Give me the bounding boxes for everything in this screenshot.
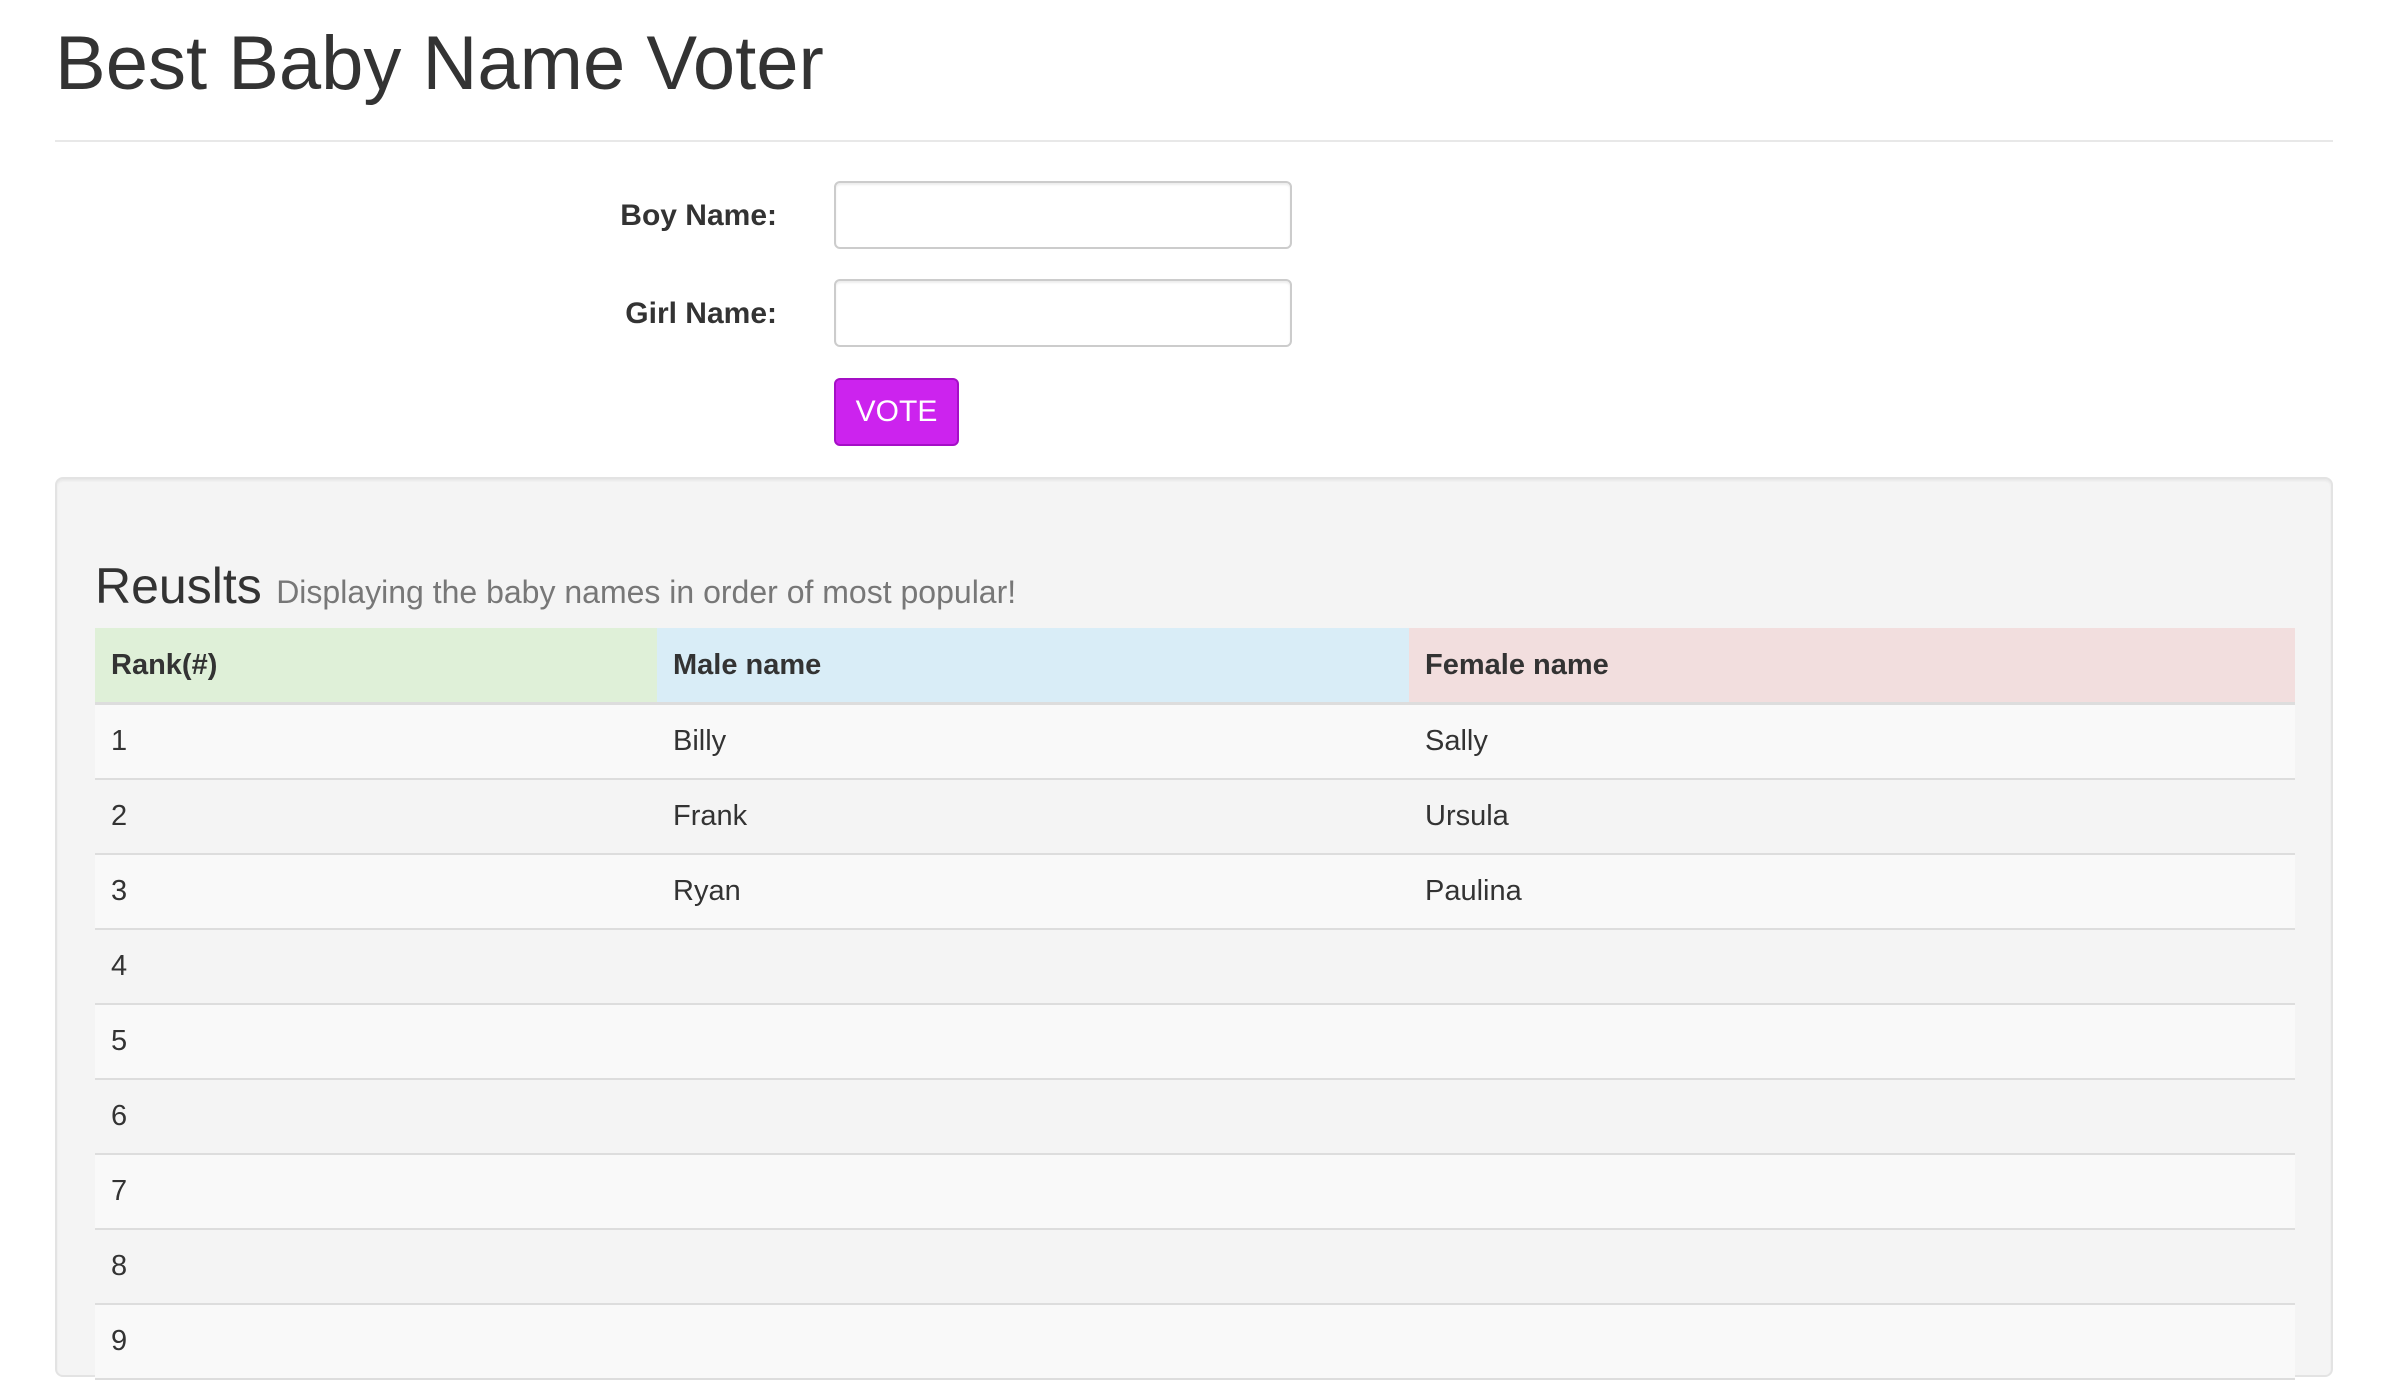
table-row: 9 [95, 1304, 2295, 1380]
rank-cell: 7 [95, 1154, 657, 1230]
boy-name-label: Boy Name: [620, 199, 777, 232]
column-header-male-name[interactable]: Male name [657, 628, 1409, 705]
female-name-cell [1409, 1004, 2295, 1080]
male-name-cell [657, 1004, 1409, 1080]
results-table: Rank(#) Male name Female name 1 Billy Sa… [95, 628, 2295, 1380]
girl-name-row: Girl Name: [0, 279, 1300, 349]
column-header-rank[interactable]: Rank(#) [95, 628, 657, 705]
female-name-cell [1409, 1304, 2295, 1380]
female-name-cell [1409, 1079, 2295, 1155]
table-row: 8 [95, 1229, 2295, 1305]
boy-name-input[interactable] [834, 181, 1292, 249]
table-row: 1 Billy Sally [95, 703, 2295, 780]
male-name-cell [657, 1154, 1409, 1230]
girl-name-input[interactable] [834, 279, 1292, 347]
male-name-cell [657, 1229, 1409, 1305]
male-name-cell: Frank [657, 779, 1409, 855]
table-row: 3 Ryan Paulina [95, 854, 2295, 930]
rank-cell: 5 [95, 1004, 657, 1080]
rank-cell: 9 [95, 1304, 657, 1380]
rank-cell: 1 [95, 703, 657, 780]
female-name-cell [1409, 929, 2295, 1005]
table-header-row: Rank(#) Male name Female name [95, 628, 2295, 705]
table-row: 6 [95, 1079, 2295, 1155]
table-row: 2 Frank Ursula [95, 779, 2295, 855]
table-row: 5 [95, 1004, 2295, 1080]
table-row: 4 [95, 929, 2295, 1005]
rank-cell: 4 [95, 929, 657, 1005]
male-name-cell: Billy [657, 703, 1409, 780]
app-container: Best Baby Name Voter Boy Name: Girl Name… [0, 0, 2398, 1380]
results-subtitle: Displaying the baby names in order of mo… [276, 574, 1017, 610]
vote-button[interactable]: VOTE [834, 378, 959, 446]
female-name-cell [1409, 1229, 2295, 1305]
results-heading: Reuslts Displaying the baby names in ord… [95, 557, 1016, 615]
page-title: Best Baby Name Voter [55, 21, 824, 106]
column-header-female-name[interactable]: Female name [1409, 628, 2295, 705]
male-name-cell [657, 1304, 1409, 1380]
rank-cell: 8 [95, 1229, 657, 1305]
table-row: 7 [95, 1154, 2295, 1230]
page-header: Best Baby Name Voter [55, 0, 2333, 142]
rank-cell: 3 [95, 854, 657, 930]
female-name-cell [1409, 1154, 2295, 1230]
rank-cell: 2 [95, 779, 657, 855]
female-name-cell: Paulina [1409, 854, 2295, 930]
results-panel: Reuslts Displaying the baby names in ord… [55, 477, 2333, 1380]
results-title: Reuslts [95, 558, 262, 614]
male-name-cell [657, 1079, 1409, 1155]
female-name-cell: Ursula [1409, 779, 2295, 855]
male-name-cell: Ryan [657, 854, 1409, 930]
boy-name-row: Boy Name: [0, 181, 1300, 251]
female-name-cell: Sally [1409, 703, 2295, 780]
rank-cell: 6 [95, 1079, 657, 1155]
girl-name-label: Girl Name: [625, 297, 777, 330]
male-name-cell [657, 929, 1409, 1005]
